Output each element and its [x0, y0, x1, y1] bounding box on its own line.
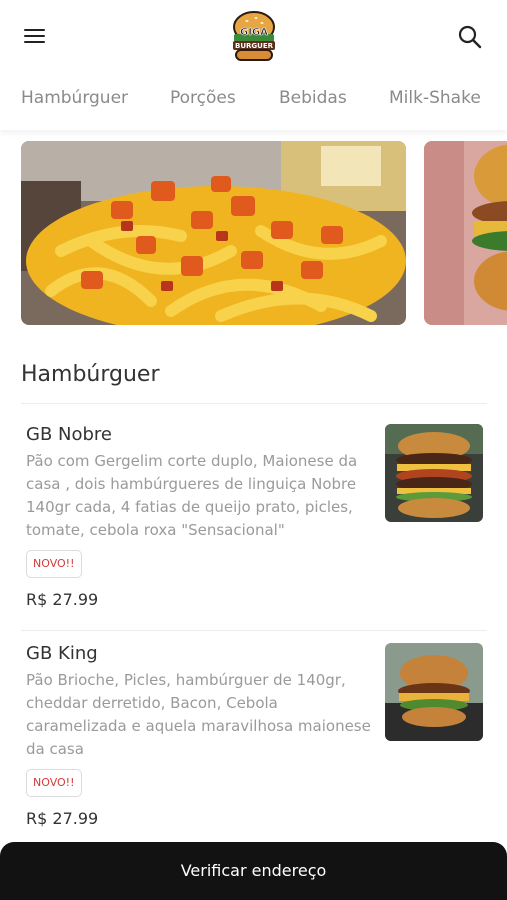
hamburger-menu-icon[interactable] — [22, 24, 48, 48]
category-tabs: Hambúrguer Porções Bebidas Milk-Shake — [0, 88, 507, 118]
tab-porcoes[interactable]: Porções — [170, 88, 236, 108]
search-icon[interactable] — [457, 24, 483, 50]
product-description: Pão com Gergelim corte duplo, Maionese d… — [26, 452, 358, 539]
banner-fries-image[interactable] — [21, 141, 406, 325]
tab-milk-shake[interactable]: Milk-Shake — [389, 88, 481, 108]
product-name: GB Nobre — [26, 424, 113, 445]
section-title-hamburguer: Hambúrguer — [21, 362, 160, 387]
new-badge: NOVO!! — [26, 769, 82, 797]
product-price: R$ 27.99 — [26, 809, 99, 828]
tab-bebidas[interactable]: Bebidas — [279, 88, 347, 108]
giga-burguer-logo: GIGA BURGUER — [233, 11, 275, 61]
banner-burger-image[interactable] — [424, 141, 507, 325]
product-item-gb-king[interactable]: GB King Pão Brioche, Picles, hambúrguer … — [0, 629, 507, 839]
new-badge: NOVO!! — [26, 550, 82, 578]
verify-address-button[interactable]: Verificar endereço — [0, 842, 507, 900]
app-header: GIGA BURGUER Hambúrguer Porções Bebidas … — [0, 0, 507, 130]
product-description: Pão Brioche, Picles, hambúrguer de 140gr… — [26, 671, 371, 758]
tab-hamburguer[interactable]: Hambúrguer — [21, 88, 128, 108]
product-image-gb-nobre — [385, 424, 483, 522]
section-divider — [21, 403, 487, 404]
product-price: R$ 27.99 — [26, 590, 99, 609]
product-item-gb-nobre[interactable]: GB Nobre Pão com Gergelim corte duplo, M… — [0, 410, 507, 620]
banner-carousel[interactable] — [0, 141, 507, 325]
svg-text:BURGUER: BURGUER — [235, 42, 274, 50]
product-image-gb-king — [385, 643, 483, 741]
product-name: GB King — [26, 643, 98, 664]
svg-text:GIGA: GIGA — [240, 27, 268, 38]
